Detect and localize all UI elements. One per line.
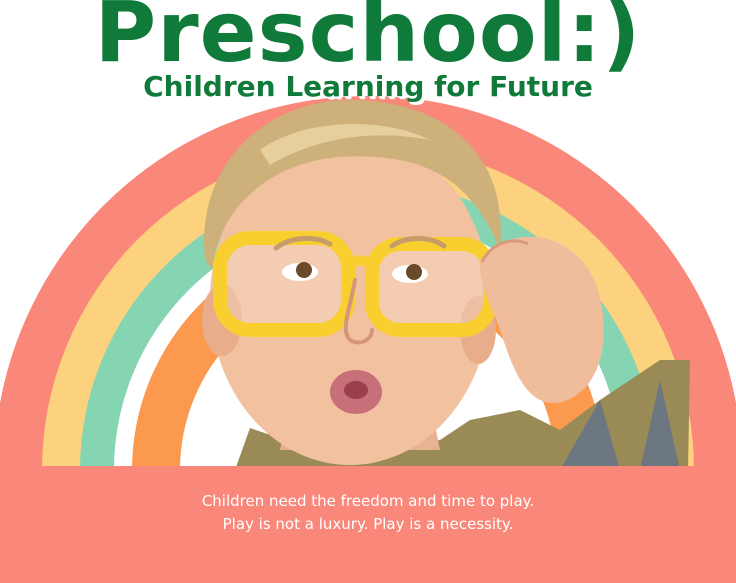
quote-line-2: Play is not a luxury. Play is a necessit…: [222, 515, 514, 533]
quote-line-1: Children need the freedom and time to pl…: [201, 492, 535, 510]
glasses-left-lens: [213, 231, 355, 337]
page-subtitle: Children Learning for Future: [143, 70, 593, 103]
quote-band: Children need the freedom and time to pl…: [0, 466, 736, 583]
hand: [479, 236, 604, 404]
quote-text: Children need the freedom and time to pl…: [0, 490, 736, 536]
glasses-right-lens: [365, 237, 497, 337]
mouth-inner: [344, 381, 368, 399]
left-iris: [296, 262, 312, 278]
poster: Preschool:) Children Learning for Future…: [0, 0, 736, 583]
right-iris: [406, 264, 422, 280]
